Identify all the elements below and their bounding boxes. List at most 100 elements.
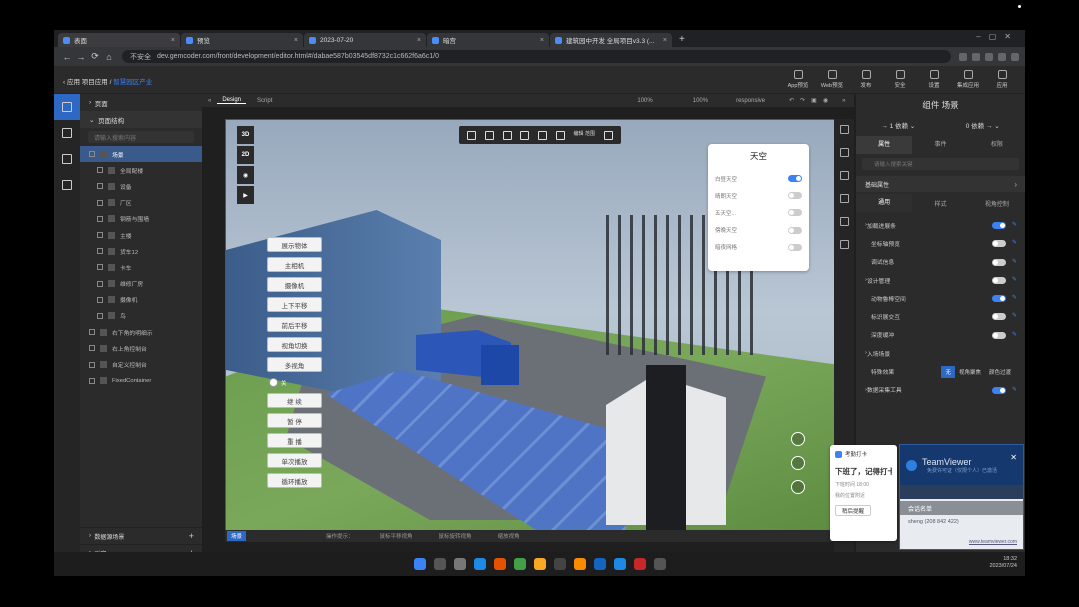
checkbox[interactable] [97, 167, 103, 174]
browser-tab[interactable]: 预览 × [181, 33, 303, 47]
tree-node[interactable]: FixedContainer [80, 373, 202, 389]
models-nav-button[interactable] [54, 172, 80, 198]
orbit-icon[interactable] [791, 456, 805, 470]
sky-option[interactable]: 白昼天空 [715, 170, 802, 187]
collapse-left-icon[interactable]: « [208, 98, 211, 104]
checkbox[interactable] [89, 361, 95, 368]
structure-section-header[interactable]: ⌄ 页面结构 [80, 111, 202, 128]
teamviewer-link[interactable]: www.teamviewer.com [969, 539, 1017, 545]
tree-node[interactable]: 维修厂房 [80, 276, 202, 292]
close-icon[interactable]: × [663, 37, 667, 44]
apps-button[interactable]: 应用 [987, 70, 1017, 89]
eye-icon[interactable]: ◉ [823, 97, 828, 104]
checkbox[interactable] [97, 232, 103, 239]
url-field[interactable]: 不安全 dev.gemcoder.com/front/development/e… [122, 50, 951, 63]
tree-node[interactable]: 右下角的明细示 [80, 324, 202, 340]
zoom-level-2[interactable]: 100% [693, 98, 708, 104]
gate-frame[interactable] [646, 365, 686, 535]
edit-icon[interactable]: ✎ [1012, 258, 1017, 265]
responsive-select[interactable]: responsive [736, 98, 765, 104]
tablet-icon[interactable] [839, 148, 849, 157]
toggle-switch[interactable] [992, 295, 1006, 303]
toggle-switch[interactable] [788, 243, 802, 251]
toggle-switch[interactable] [992, 386, 1006, 394]
window-controls[interactable]: –▢✕ [976, 32, 1019, 41]
scene-button[interactable]: 暂 停 [267, 413, 322, 428]
toggle-switch[interactable] [992, 240, 1006, 248]
list-icon[interactable] [555, 130, 565, 140]
collapse-right-icon[interactable]: » [842, 98, 845, 104]
info-icon[interactable] [791, 480, 805, 494]
checkbox[interactable] [97, 183, 103, 190]
trash-icon[interactable] [520, 130, 530, 140]
edit-icon[interactable]: ✎ [1012, 294, 1017, 301]
browser-tab[interactable]: 暗宫 × [427, 33, 549, 47]
publish-button[interactable]: 发布 [851, 70, 881, 89]
reload-icon[interactable]: ⟳ [88, 51, 102, 62]
task-view-icon[interactable] [453, 558, 466, 570]
basic-properties-header[interactable]: 基础属性 › [856, 176, 1025, 192]
sky-option[interactable]: 五天空... [715, 204, 802, 221]
edit-icon[interactable]: ✎ [1012, 276, 1017, 283]
save-icon[interactable]: ▣ [811, 97, 817, 104]
breadcrumb-app[interactable]: 项目应用 [82, 79, 108, 86]
profile-icon[interactable] [1011, 52, 1019, 61]
segment-option[interactable]: 视角聚焦 [955, 366, 985, 378]
scene-button[interactable]: 继 续 [267, 393, 322, 408]
session-list-header[interactable]: 会话名单 [900, 501, 1023, 515]
sky-option[interactable]: 暗夜网格 [715, 239, 802, 256]
tree-node[interactable]: 卡车 [80, 259, 202, 275]
chart-icon[interactable] [839, 171, 849, 180]
tab-script[interactable]: Script [252, 98, 277, 104]
firefox-icon[interactable] [493, 558, 506, 570]
security-button[interactable]: 安全 [885, 70, 915, 89]
scene-button[interactable]: 循环播放 [267, 473, 322, 488]
search-icon[interactable] [433, 558, 446, 570]
toggle-switch[interactable] [788, 175, 802, 183]
tree-node[interactable]: 主楼 [80, 227, 202, 243]
edit-icon[interactable]: ✎ [1012, 386, 1017, 393]
extension-icon[interactable] [998, 52, 1006, 61]
user-icon[interactable] [839, 240, 849, 249]
tree-node[interactable]: 鸟 [80, 308, 202, 324]
toggle-switch[interactable] [992, 331, 1006, 339]
session-user[interactable]: sheng (208 842 422) [900, 515, 1023, 529]
segment-option[interactable]: 颜色过渡 [985, 366, 1015, 378]
view-2d-button[interactable]: 2D [237, 146, 254, 164]
tree-node[interactable]: 右上角控制台 [80, 340, 202, 356]
view-3d-button[interactable]: 3D [237, 126, 254, 144]
toggle-switch[interactable] [992, 258, 1006, 266]
compass-icon[interactable] [791, 432, 805, 446]
app-preview-button[interactable]: App预览 [783, 70, 813, 89]
close-icon[interactable]: × [540, 37, 544, 44]
extension-icon[interactable] [972, 52, 980, 61]
close-icon[interactable]: × [294, 37, 298, 44]
teamviewer-toolbar[interactable] [900, 485, 1023, 499]
scene-canvas[interactable]: 3D 2D ◉ ▶ 编辑 范围 展示物体 主相机 摄像机 上下平移 前后平移 视… [225, 119, 835, 542]
polygon-icon[interactable] [502, 130, 512, 140]
edit-icon[interactable]: ✎ [1012, 312, 1017, 319]
web-preview-button[interactable]: Web预览 [817, 70, 847, 89]
explorer-icon[interactable] [533, 558, 546, 570]
sky-option[interactable]: 晴朗天空 [715, 187, 802, 204]
scene-button[interactable]: 展示物体 [267, 237, 322, 252]
extension-icon[interactable] [985, 52, 993, 61]
checkbox[interactable] [97, 280, 103, 287]
tab-design[interactable]: Design [217, 97, 247, 104]
edit-icon[interactable]: ✎ [1012, 331, 1017, 338]
scene-button[interactable]: 上下平移 [267, 297, 322, 312]
scene-tag[interactable]: 场景 [227, 531, 247, 541]
toggle-switch[interactable] [992, 222, 1006, 229]
app-icon[interactable] [573, 558, 586, 570]
select-icon[interactable] [467, 130, 477, 140]
browser-tab[interactable]: 表面 × [58, 33, 180, 47]
subtab-general[interactable]: 通用 [856, 194, 913, 212]
desktop-icon[interactable] [839, 125, 849, 134]
tree-node[interactable]: 全局配楼 [80, 162, 202, 178]
edge-icon[interactable] [473, 558, 486, 570]
app-icon[interactable] [613, 558, 626, 570]
forward-icon[interactable]: → [74, 52, 88, 62]
angle-icon[interactable] [538, 130, 548, 140]
system-tray[interactable]: 18:32 2023/07/24 [989, 556, 1017, 570]
eye-icon[interactable]: ◉ [237, 166, 254, 184]
